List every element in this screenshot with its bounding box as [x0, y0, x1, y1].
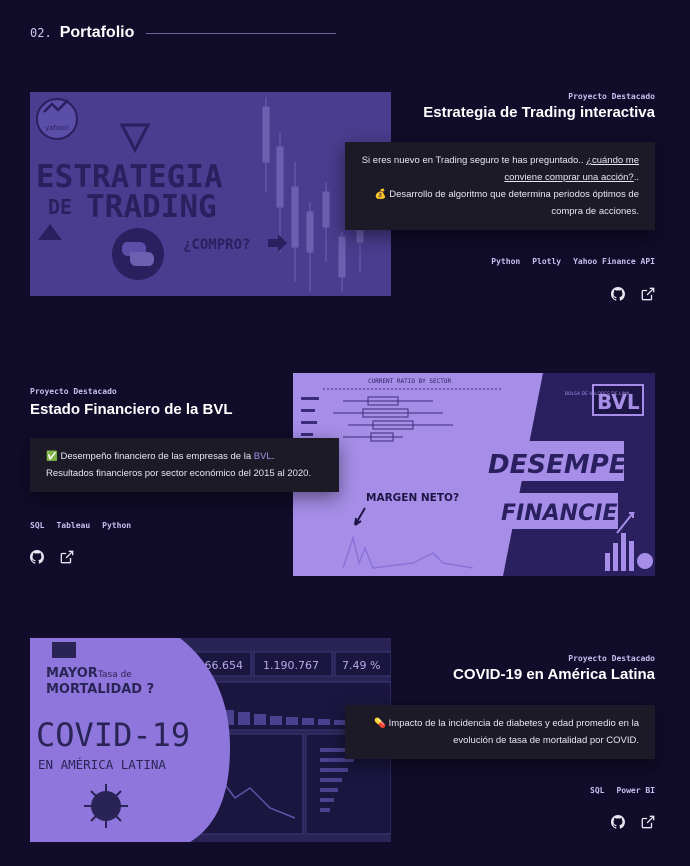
project-2-desc-link[interactable]: BVL [254, 451, 272, 462]
thumb-big2: EN AMÉRICA LATINA [38, 757, 166, 772]
project-2-thumbnail[interactable]: CURRENT RATIO BY SECTOR MARGEN NETO? DES… [293, 373, 655, 576]
section-header: 02. Portafolio [30, 24, 337, 42]
project-3-thumbnail[interactable]: 39.466.654 1.190.767 7.49 % MAYOR Tasa d… [30, 638, 391, 842]
section-title: Portafolio [59, 24, 135, 41]
project-3-overline: Proyecto Destacado [568, 654, 655, 663]
project-3-title[interactable]: COVID-19 en América Latina [453, 666, 655, 683]
project-1-links [611, 287, 655, 301]
github-icon[interactable] [30, 550, 44, 564]
github-icon[interactable] [611, 815, 625, 829]
section-divider [146, 32, 337, 34]
project-2-links [30, 550, 74, 564]
project-1-tech-list: Python Plotly Yahoo Finance API [491, 257, 655, 266]
thumb-tasa: Tasa de [97, 670, 132, 680]
tech-item: SQL [590, 786, 605, 795]
kpi-2: 1.190.767 [263, 659, 319, 672]
thumb-title-line3: TRADING [86, 189, 217, 225]
thumb-big1: DESEMPEÑO [488, 448, 655, 480]
project-1-description: Si eres nuevo en Trading seguro te has p… [345, 142, 655, 230]
thumb-mortalidad: MORTALIDAD ? [46, 682, 154, 697]
project-2-description: ✅ Desempeño financiero de las empresas d… [30, 438, 339, 492]
tech-item: Plotly [532, 257, 562, 266]
project-1-overline: Proyecto Destacado [568, 92, 655, 101]
project-3-description: 💊 Impacto de la incidencia de diabetes y… [345, 705, 655, 759]
tech-item: SQL [30, 521, 45, 530]
tech-item: Power BI [616, 786, 655, 795]
project-1-thumbnail[interactable]: yahoo! ESTRATEGIA DE TRADING ¿COMPRO? [30, 92, 391, 296]
tech-item: Yahoo Finance API [573, 257, 655, 266]
bvl-small-text: BOLSA DE VALORES DE LIMA [565, 391, 631, 397]
section-number: 02. [30, 26, 52, 40]
project-1-title[interactable]: Estrategia de Trading interactiva [423, 104, 655, 121]
external-link-icon[interactable] [60, 550, 74, 564]
thumb-big1: COVID-19 [36, 716, 190, 754]
project-2-tech-list: SQL Tableau Python [30, 521, 131, 530]
tech-item: Python [491, 257, 521, 266]
yahoo-badge: yahoo! [45, 124, 69, 132]
thumb-title-line2: DE [48, 195, 72, 219]
external-link-icon[interactable] [641, 815, 655, 829]
tech-item: Python [102, 521, 132, 530]
thumb-mayor: MAYOR [46, 666, 98, 681]
tech-item: Tableau [56, 521, 91, 530]
external-link-icon[interactable] [641, 287, 655, 301]
thumb-chart-title: CURRENT RATIO BY SECTOR [368, 378, 451, 385]
project-2-overline: Proyecto Destacado [30, 387, 117, 396]
github-icon[interactable] [611, 287, 625, 301]
project-2-title[interactable]: Estado Financiero de la BVL [30, 401, 233, 418]
project-3-links [611, 815, 655, 829]
thumb-cta: ¿COMPRO? [183, 237, 250, 253]
project-3-tech-list: SQL Power BI [590, 786, 655, 795]
kpi-3: 7.49 % [342, 659, 380, 672]
thumb-margin-label: MARGEN NETO? [366, 492, 459, 504]
